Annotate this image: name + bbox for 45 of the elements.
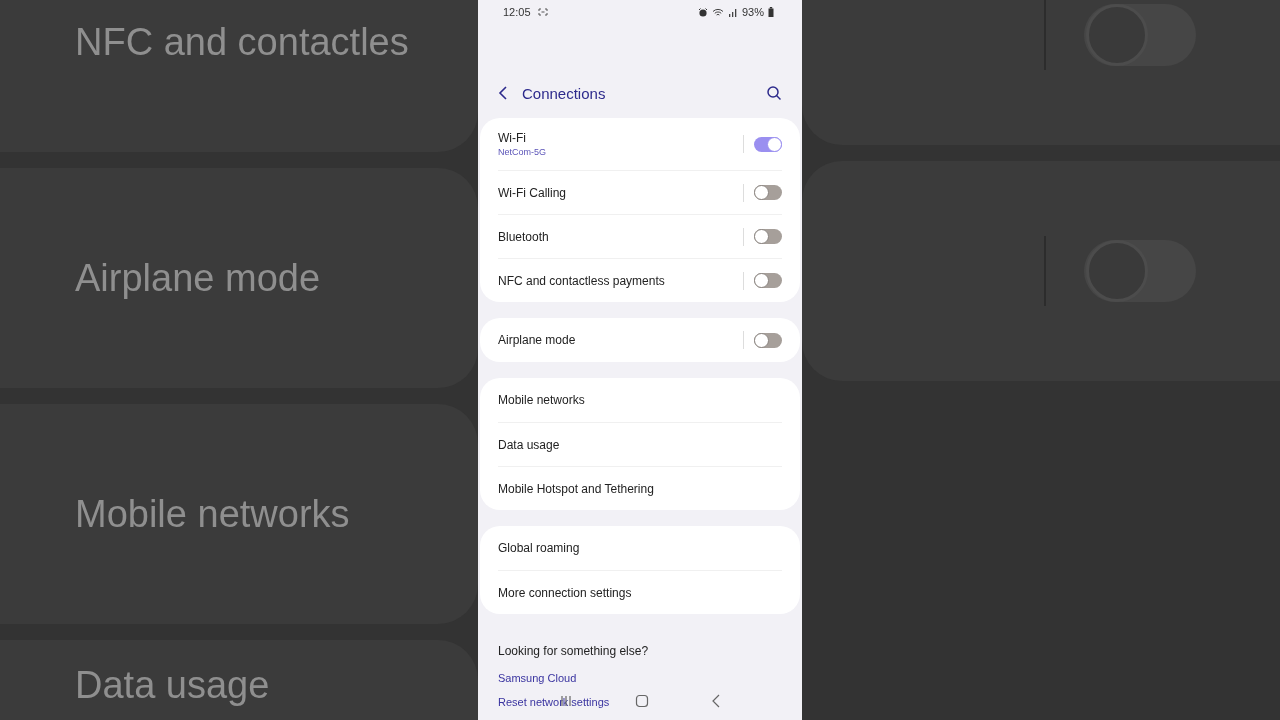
settings-row[interactable]: Data usage bbox=[498, 422, 782, 466]
battery-percent: 93% bbox=[741, 6, 764, 19]
backdrop-label: NFC and contactles bbox=[75, 20, 409, 64]
settings-row[interactable]: Global roaming bbox=[498, 526, 782, 570]
back-icon[interactable] bbox=[711, 694, 721, 708]
settings-row[interactable]: NFC and contactless payments bbox=[498, 258, 782, 302]
row-label: More connection settings bbox=[498, 585, 633, 600]
row-label: Wi-Fi bbox=[498, 131, 527, 145]
row-label: Wi-Fi Calling bbox=[498, 185, 567, 200]
home-icon[interactable] bbox=[635, 694, 649, 708]
row-label: Global roaming bbox=[498, 541, 581, 555]
screenshot-icon bbox=[537, 8, 548, 17]
settings-row[interactable]: Bluetooth bbox=[498, 214, 782, 258]
footer-heading: Looking for something else? bbox=[498, 644, 650, 658]
row-label: NFC and contactless payments bbox=[498, 273, 666, 288]
battery-icon bbox=[768, 7, 774, 18]
settings-row[interactable]: Wi-Fi NetCom-5G bbox=[498, 118, 782, 170]
settings-row[interactable]: Airplane mode bbox=[498, 318, 782, 362]
row-label: Airplane mode bbox=[498, 333, 577, 347]
row-label: Mobile networks bbox=[498, 393, 586, 407]
row-sublabel: NetCom-5G bbox=[498, 147, 547, 157]
toggle-switch[interactable] bbox=[754, 229, 782, 244]
footer-link[interactable]: Reset network settings bbox=[498, 696, 610, 708]
settings-row[interactable]: More connection settings bbox=[498, 570, 782, 614]
back-icon[interactable] bbox=[498, 85, 508, 102]
backdrop-label: Airplane mode bbox=[75, 256, 321, 300]
settings-row[interactable]: Wi-Fi Calling bbox=[498, 170, 782, 214]
backdrop-label: Data usage bbox=[75, 664, 270, 707]
backdrop-label: Mobile networks bbox=[75, 492, 350, 536]
status-time: 12:05 bbox=[503, 6, 531, 19]
alarm-icon bbox=[697, 7, 708, 17]
wifi-icon bbox=[711, 7, 724, 17]
settings-row[interactable]: Mobile Hotspot and Tethering bbox=[498, 466, 782, 510]
toggle-switch[interactable] bbox=[754, 185, 782, 200]
toggle-switch[interactable] bbox=[754, 273, 782, 288]
row-label: Data usage bbox=[498, 437, 561, 452]
search-icon[interactable] bbox=[766, 85, 782, 102]
row-label: Mobile Hotspot and Tethering bbox=[498, 481, 655, 496]
page-title: Connections bbox=[522, 84, 606, 102]
footer-link[interactable]: Samsung Cloud bbox=[498, 672, 577, 684]
toggle-switch[interactable] bbox=[754, 136, 782, 152]
toggle-switch[interactable] bbox=[754, 332, 782, 348]
row-label: Bluetooth bbox=[498, 229, 550, 244]
signal-icon bbox=[727, 7, 738, 17]
settings-row[interactable]: Mobile networks bbox=[498, 378, 782, 422]
